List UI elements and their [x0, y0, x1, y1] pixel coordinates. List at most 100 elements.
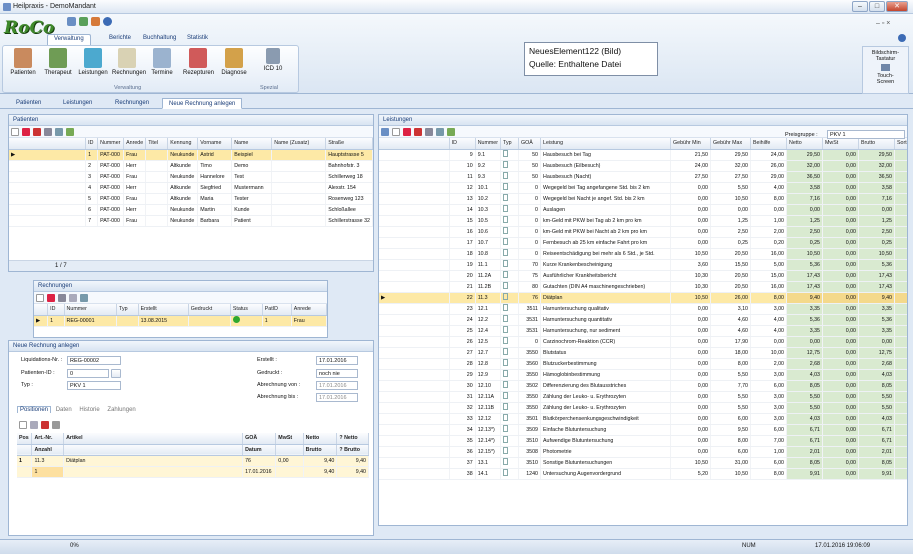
pin-icon[interactable]	[381, 128, 389, 136]
position-row[interactable]: 1 11.3 Diätplan 76 0,00 9,40 9,40	[17, 455, 369, 467]
tab-positionen[interactable]: Positionen	[17, 406, 52, 413]
col-sorter[interactable]: Sorter	[894, 138, 907, 150]
table-row[interactable]: 9 9.1 50 Hausbesuch bei Tag 21,50 29,50 24,00 2…	[379, 149, 907, 161]
col-netto[interactable]: Netto	[303, 433, 338, 445]
col-namezusatz[interactable]: Name (Zusatz)	[271, 138, 327, 150]
col-gebhrmax[interactable]: Gebühr Max	[710, 138, 751, 150]
col-pos[interactable]: Pos	[17, 433, 33, 445]
window-controls-inner[interactable]: – ▫ ×	[876, 20, 890, 27]
col-goae[interactable]: GOÄ	[242, 433, 277, 445]
billing-from-field[interactable]: 17.01.2016	[316, 381, 358, 390]
table-row[interactable]: 7 PAT-000 Frau Neukunde Barbara Patient Schill…	[9, 215, 373, 227]
settings-icon[interactable]	[91, 17, 100, 26]
price-group-select[interactable]: PKV 1	[827, 130, 905, 139]
search-icon[interactable]	[69, 294, 77, 302]
col-gedruckt[interactable]: Gedruckt	[188, 304, 231, 316]
print-icon[interactable]	[436, 128, 444, 136]
doc-tab-leistungen[interactable]: Leistungen	[57, 98, 98, 109]
col-datum[interactable]: Datum	[242, 444, 277, 456]
col-mwst[interactable]: MwSt	[822, 138, 859, 150]
table-row[interactable]: 5 PAT-000 Frau Altkunde Maria Tester Rosenweg …	[9, 193, 373, 205]
table-row[interactable]: 19 11.1 70 Kurze Krankenbescheinigung 3,60 15…	[379, 259, 907, 271]
patients-pager[interactable]: 1 / 7	[9, 260, 373, 271]
table-row[interactable]: 17 10.7 0 Fernbesuch ab 25 km einfache Fahr…	[379, 237, 907, 249]
col-titel[interactable]: Titel	[145, 138, 169, 150]
doc-tab-rechnungen[interactable]: Rechnungen	[109, 98, 155, 109]
table-row[interactable]: 4 PAT-000 Herr Altkunde Siegfried Mustermann A…	[9, 182, 373, 194]
ribbon-tab-statistik[interactable]: Statistik	[181, 34, 214, 45]
col-brutto[interactable]: Brutto	[303, 444, 338, 456]
col-erstellt[interactable]: Erstellt	[138, 304, 189, 316]
table-row[interactable]: 35 12.14*) 3510 Aufwendige Blutuntersuchung…	[379, 435, 907, 447]
diagnosis-button[interactable]: Diagnose	[219, 48, 249, 76]
ribbon-tab-berichte[interactable]: Berichte	[103, 34, 137, 45]
billing-to-field[interactable]: 17.01.2016	[316, 393, 358, 402]
table-row[interactable]: 13 10.2 0 Wegegeld bei Nacht je angef. Std.…	[379, 193, 907, 205]
row-indicator-header[interactable]	[34, 304, 49, 316]
edit-icon[interactable]	[22, 128, 30, 136]
tab-zahlungen[interactable]: Zahlungen	[104, 407, 138, 413]
recipes-button[interactable]: Rezepturen	[183, 48, 214, 76]
delete-icon[interactable]	[41, 421, 49, 429]
table-row[interactable]: 23 12.1 3511 Harnuntersuchung qualitativ 0,0…	[379, 303, 907, 315]
col-go[interactable]: GOÄ	[518, 138, 541, 150]
col-artnr[interactable]: Art.-Nr.	[31, 433, 65, 445]
search-icon[interactable]	[425, 128, 433, 136]
table-row[interactable]: ▶ 1 REG-00001 13.08.2015 1 Frau	[34, 315, 328, 327]
type-select[interactable]: PKV 1	[67, 381, 121, 390]
ribbon-tab-buchhaltung[interactable]: Buchhaltung	[137, 34, 182, 45]
position-row-detail[interactable]: 1 17.01.2016 9,40 9,40	[17, 466, 369, 478]
table-row[interactable]: ▶ 1 PAT-000 Frau Neukunde Astrid Beispiel Haupt…	[9, 149, 373, 161]
table-row[interactable]: 20 11.2A 75 Ausführlicher Krankheitsbericht…	[379, 270, 907, 282]
table-row[interactable]: 28 12.8 3560 Blutzuckerbestimmung 0,00 8,00 2,…	[379, 358, 907, 370]
table-row[interactable]: 31 12.11A 3550 Zählung der Leuko- u. Erythr…	[379, 391, 907, 403]
refresh-icon[interactable]	[79, 17, 88, 26]
col-mwst[interactable]: MwSt	[275, 433, 304, 445]
new-icon[interactable]	[36, 294, 44, 302]
table-row[interactable]: 12 10.1 0 Wegegeld bei Tag angefangene Std.…	[379, 182, 907, 194]
table-row[interactable]: 25 12.4 3531 Harnuntersuchung, nur sediment…	[379, 325, 907, 337]
print-icon[interactable]	[55, 128, 63, 136]
col-id[interactable]: ID	[449, 138, 476, 150]
delete-icon[interactable]	[58, 294, 66, 302]
print-icon[interactable]	[80, 294, 88, 302]
table-row[interactable]: 24 12.2 3531 Harnuntersuchung quantitativ 0,…	[379, 314, 907, 326]
col-artikel[interactable]: Artikel	[63, 433, 244, 445]
tab-daten[interactable]: Daten	[53, 407, 75, 413]
edit-icon[interactable]	[47, 294, 55, 302]
invoices-button[interactable]: Rechnungen	[112, 48, 146, 76]
tab-historie[interactable]: Historie	[76, 407, 102, 413]
doc-tab-patienten[interactable]: Patienten	[10, 98, 47, 109]
col-vorname[interactable]: Vorname	[197, 138, 233, 150]
table-row[interactable]: 11 9.3 50 Hausbesuch (Nacht) 27,50 27,50 29,00…	[379, 171, 907, 183]
col-anrede[interactable]: Anrede	[291, 304, 328, 316]
new-icon[interactable]	[11, 128, 19, 136]
table-row[interactable]: 38 14.1 1240 Untersuchung Augenvordergrund 5…	[379, 468, 907, 480]
export-icon[interactable]	[66, 128, 74, 136]
help-icon[interactable]	[103, 17, 112, 26]
delete-icon[interactable]	[33, 128, 41, 136]
services-button[interactable]: Leistungen	[78, 48, 108, 76]
help-circle-icon[interactable]	[898, 34, 906, 42]
table-row[interactable]: 21 11.2B 80 Gutachten (DIN A4 maschinengesc…	[379, 281, 907, 293]
table-row[interactable]: 29 12.9 3550 Hämoglobinbestimmung 0,00 5,50 3,…	[379, 369, 907, 381]
copy-icon[interactable]	[30, 421, 38, 429]
table-row[interactable]: 1410.30Auslagen0,000,000,000,000,000,001…	[379, 204, 907, 216]
col-status[interactable]: Status	[230, 304, 263, 316]
col-typ[interactable]: Typ	[500, 138, 519, 150]
close-button[interactable]: ✕	[886, 1, 908, 12]
col-netto[interactable]: Netto	[786, 138, 823, 150]
maximize-button[interactable]: □	[869, 1, 885, 12]
appointments-button[interactable]: Termine	[147, 48, 177, 76]
col-anzahl[interactable]: Anzahl	[31, 444, 65, 456]
printed-field[interactable]: noch nie	[316, 369, 358, 378]
more-icon[interactable]	[52, 421, 60, 429]
save-icon[interactable]	[67, 17, 76, 26]
col-beihilfe[interactable]: Beihilfe	[750, 138, 787, 150]
screen-keyboard-panel[interactable]: Bildschirm- Tastatur Touch- Screen	[862, 46, 909, 94]
col-typ[interactable]: Typ	[116, 304, 139, 316]
col-gebhrmin[interactable]: Gebühr Min	[670, 138, 711, 150]
table-row[interactable]: 36 12.15*) 3508 Photometrie 0,00 6,00 1,00 2,01…	[379, 446, 907, 458]
table-row[interactable]: 2 PAT-000 Herr Altkunde Timo Demo Bahnhofstr. …	[9, 160, 373, 172]
row-indicator-header[interactable]	[379, 138, 450, 150]
